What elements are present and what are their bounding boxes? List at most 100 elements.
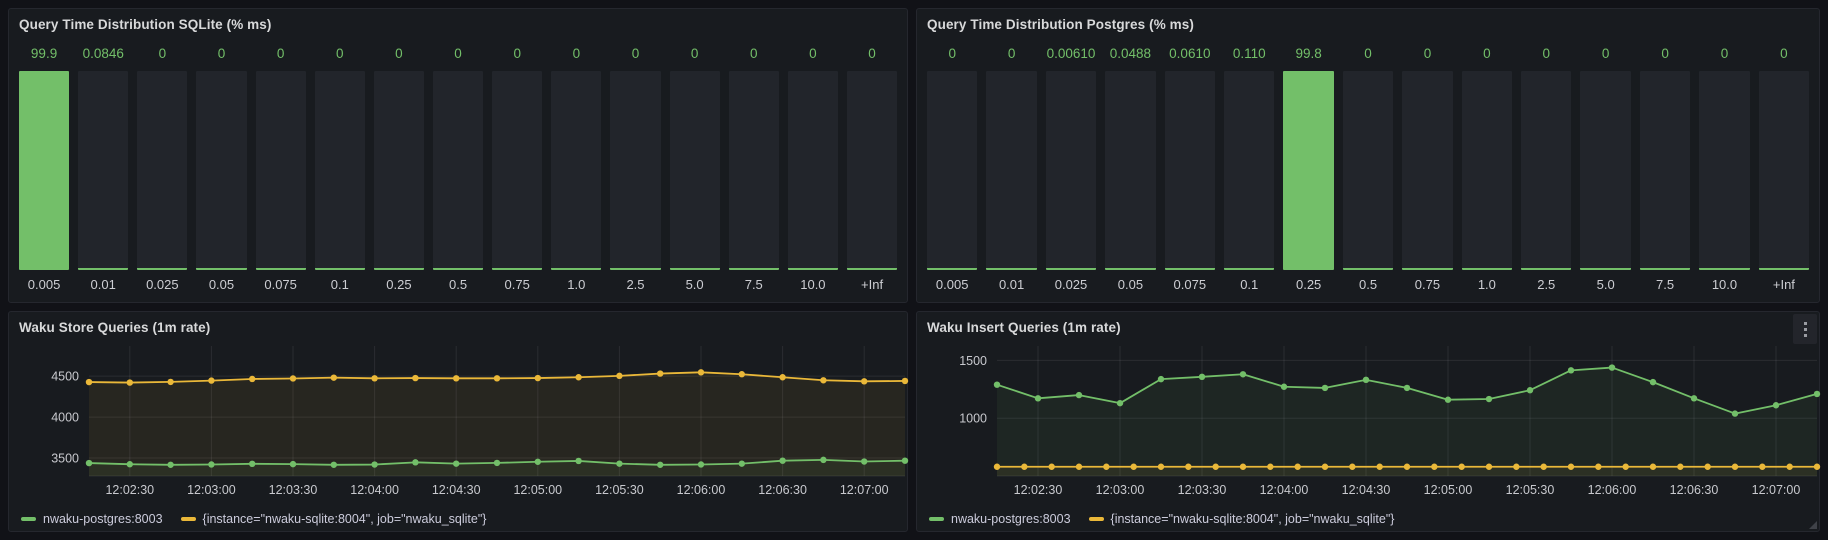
legend-item[interactable]: nwaku-postgres:8003 [929, 512, 1071, 526]
legend-series-dash-icon [21, 517, 36, 521]
bar-gauge-column: 07.5 [729, 35, 779, 298]
x-tick-label: 12:02:30 [1014, 483, 1063, 497]
series-point [994, 381, 1000, 387]
legend-series-label: nwaku-postgres:8003 [43, 512, 163, 526]
x-tick-label: 12:06:00 [1588, 483, 1637, 497]
bar [492, 71, 542, 270]
bar-bucket-label: +Inf [847, 270, 897, 298]
bar [986, 71, 1036, 270]
x-tick-label: 12:06:00 [677, 483, 726, 497]
series-point [371, 375, 377, 381]
series-point [86, 460, 92, 466]
series-point [127, 379, 133, 385]
panel-header: Waku Insert Queries (1m rate) [917, 312, 1819, 338]
series-point [1759, 464, 1765, 470]
x-tick-label: 12:05:30 [595, 483, 644, 497]
series-point [902, 458, 908, 464]
bar-fill [729, 268, 779, 270]
bar-gauge-column: 07.5 [1640, 35, 1690, 298]
bar-fill [196, 268, 246, 270]
panel-header: Query Time Distribution Postgres (% ms) [917, 9, 1819, 35]
bar-bucket-label: 0.1 [315, 270, 365, 298]
series-point [1650, 464, 1656, 470]
bar-gauge-column: 00.01 [986, 35, 1036, 298]
bar-fill [492, 268, 542, 270]
series-point [1486, 464, 1492, 470]
series-point [1691, 395, 1697, 401]
series-point [494, 375, 500, 381]
series-point [1445, 397, 1451, 403]
bar-value-label: 0.110 [1224, 35, 1274, 71]
series-point [1158, 376, 1164, 382]
series-point [861, 378, 867, 384]
bar-value-label: 99.9 [19, 35, 69, 71]
panel-title[interactable]: Waku Insert Queries (1m rate) [927, 320, 1121, 335]
bar-value-label: 0 [1640, 35, 1690, 71]
series-point [739, 371, 745, 377]
bar [729, 71, 779, 270]
bar-fill [78, 268, 128, 270]
series-point [657, 370, 663, 376]
panel-header: Query Time Distribution SQLite (% ms) [9, 9, 907, 35]
bar-value-label: 0 [986, 35, 1036, 71]
bar-value-label: 0 [433, 35, 483, 71]
bar-gauge-column: 05.0 [670, 35, 720, 298]
series-point [412, 375, 418, 381]
y-tick-label: 1000 [959, 412, 987, 426]
panel-resize-handle[interactable] [1809, 521, 1817, 529]
bar-value-label: 0 [788, 35, 838, 71]
bar-bucket-label: 0.1 [1224, 270, 1274, 298]
series-point [453, 375, 459, 381]
series-point [1322, 464, 1328, 470]
bar [196, 71, 246, 270]
legend-item[interactable]: {instance="nwaku-sqlite:8004", job="nwak… [181, 512, 487, 526]
series-point [575, 458, 581, 464]
series-point [1363, 377, 1369, 383]
bar-fill [374, 268, 424, 270]
bar-fill [670, 268, 720, 270]
series-point [1431, 464, 1437, 470]
series-point [1404, 385, 1410, 391]
series-point [820, 377, 826, 383]
legend-item[interactable]: nwaku-postgres:8003 [21, 512, 163, 526]
bar-value-label: 0 [847, 35, 897, 71]
x-tick-label: 12:05:00 [1424, 483, 1473, 497]
bar-value-label: 0 [670, 35, 720, 71]
series-point [1158, 464, 1164, 470]
bar [315, 71, 365, 270]
bar-value-label: 0 [137, 35, 187, 71]
panel-title[interactable]: Query Time Distribution SQLite (% ms) [19, 17, 272, 32]
bar-bucket-label: 0.005 [19, 270, 69, 298]
x-tick-label: 12:03:00 [1096, 483, 1145, 497]
time-series-plot: 1000150012:02:3012:03:0012:03:3012:04:00… [923, 338, 1821, 500]
series-point [371, 461, 377, 467]
series-point [1212, 464, 1218, 470]
x-tick-label: 12:03:30 [1178, 483, 1227, 497]
bar-gauge-column: 00.05 [196, 35, 246, 298]
legend-series-label: {instance="nwaku-sqlite:8004", job="nwak… [1111, 512, 1395, 526]
bar-value-label: 0 [1402, 35, 1452, 71]
panel-title[interactable]: Query Time Distribution Postgres (% ms) [927, 17, 1194, 32]
legend-item[interactable]: {instance="nwaku-sqlite:8004", job="nwak… [1089, 512, 1395, 526]
panel-title[interactable]: Waku Store Queries (1m rate) [19, 320, 210, 335]
series-point [1486, 396, 1492, 402]
bar-gauge-column: 010.0 [788, 35, 838, 298]
bar-value-label: 0 [315, 35, 365, 71]
bar-fill [137, 268, 187, 270]
x-tick-label: 12:06:30 [1670, 483, 1719, 497]
bar-value-label: 0 [1343, 35, 1393, 71]
x-tick-label: 12:02:30 [105, 483, 154, 497]
series-point [1786, 464, 1792, 470]
bar-fill [1046, 268, 1096, 270]
series-point [1281, 384, 1287, 390]
series-point [290, 375, 296, 381]
series-point [1458, 464, 1464, 470]
bar-gauge-sqlite: 99.90.0050.08460.0100.02500.0500.07500.1… [19, 35, 897, 298]
legend-series-label: {instance="nwaku-sqlite:8004", job="nwak… [203, 512, 487, 526]
bar-gauge-column: 0.08460.01 [78, 35, 128, 298]
bar-value-label: 0 [1759, 35, 1809, 71]
grafana-dashboard: Query Time Distribution SQLite (% ms) 99… [0, 0, 1828, 540]
series-point [1622, 464, 1628, 470]
bar-bucket-label: 0.75 [492, 270, 542, 298]
bar-bucket-label: 0.05 [196, 270, 246, 298]
